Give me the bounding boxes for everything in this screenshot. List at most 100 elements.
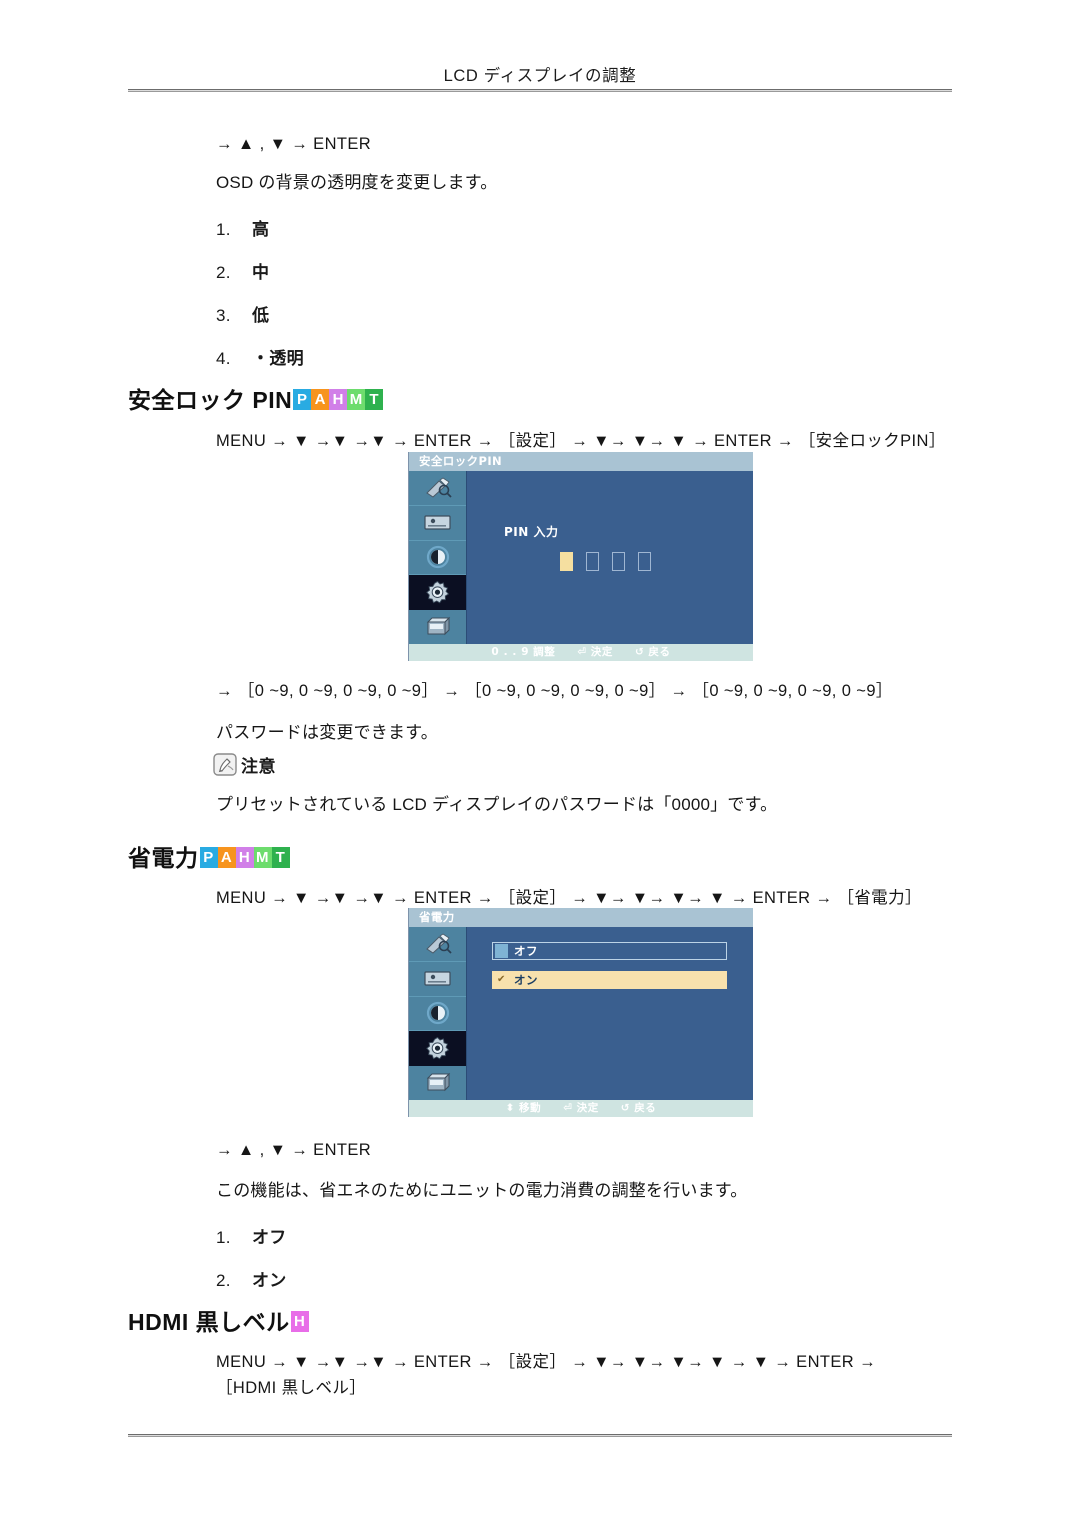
contrast-icon[interactable] (409, 540, 466, 576)
list-item-label: ・透明 (252, 349, 304, 368)
header-rule (128, 89, 952, 92)
list-item-index: 2. (216, 1271, 231, 1290)
setup-gear-icon[interactable] (409, 1031, 466, 1067)
model-badge-group: H (290, 1310, 309, 1332)
osd-transparency-description: OSD の背景の透明度を変更します。 (216, 173, 498, 192)
footer-adjust: 0 . . 9 調整 (491, 644, 555, 661)
osd-sidebar (409, 927, 466, 1100)
list-item-label: 低 (252, 306, 270, 325)
picture-icon[interactable] (409, 927, 466, 962)
model-badge-t: T (271, 846, 290, 868)
pin-digit-box[interactable] (612, 552, 625, 571)
list-item-index: 1. (216, 1228, 231, 1247)
list-item-index: 2. (216, 263, 231, 282)
model-badge-p: P (199, 846, 218, 868)
list-item-index: 3. (216, 306, 231, 325)
model-badge-a: A (217, 846, 236, 868)
footer-return-label: 戻る (648, 646, 671, 658)
menu-path-power-saving: MENU → ▼ →▼ →▼ → ENTER → ［設定］ → ▼→ ▼→ ▼→… (216, 889, 922, 907)
osd-screenshot-power-saving: 省電力 オフ ✔ オン ⬍ 移動 ⏎ 決定 ↺ 戻る (408, 908, 753, 1117)
list-item-label: オフ (252, 1228, 287, 1247)
model-badge-h: H (329, 388, 348, 410)
power-saving-option-list: 1. オフ 2. オン (216, 1216, 287, 1302)
list-item: 2. オン (216, 1259, 287, 1302)
return-icon: ↺ (634, 646, 645, 658)
model-badge-group: P A H M T (293, 388, 384, 410)
list-item: 2. 中 (216, 251, 304, 294)
contrast-icon[interactable] (409, 996, 466, 1032)
picture-icon[interactable] (409, 471, 466, 506)
footer-enter: ⏎ 決定 (563, 1100, 599, 1117)
osd-footer: 0 . . 9 調整 ⏎ 決定 ↺ 戻る (409, 644, 753, 661)
enter-icon: ⏎ (563, 1102, 573, 1114)
pin-input-boxes[interactable] (560, 552, 651, 571)
list-item-label: 高 (252, 220, 270, 239)
osd-transparency-option-list: 1. 高 2. 中 3. 低 4. ・透明 (216, 208, 304, 380)
list-item: 4. ・透明 (216, 337, 304, 380)
footer-enter-label: 決定 (576, 1102, 599, 1114)
enter-icon: ⏎ (577, 646, 587, 658)
footer-enter: ⏎ 決定 (577, 644, 613, 661)
setup-gear-icon[interactable] (409, 575, 466, 611)
osd-body: PIN 入力 (409, 471, 753, 644)
power-saving-description: この機能は、省エネのためにユニットの電力消費の調整を行います。 (216, 1181, 748, 1200)
section-heading-hdmi-black-level: HDMI 黒しベル H (128, 1303, 309, 1337)
screen-icon[interactable] (409, 961, 466, 997)
osd-option-on[interactable]: ✔ オン (492, 971, 727, 989)
multi-display-icon[interactable] (409, 1066, 466, 1100)
footer-move-label: 移動 (518, 1102, 542, 1114)
footer-adjust-label: 調整 (533, 646, 556, 658)
pin-digit-box[interactable] (638, 552, 651, 571)
osd-title: 省電力 (409, 908, 753, 927)
model-badge-m: M (347, 388, 366, 410)
model-badge-h: H (290, 1310, 309, 1332)
multi-display-icon[interactable] (409, 610, 466, 644)
osd-title: 安全ロックPIN (409, 452, 753, 471)
list-item-label: オン (252, 1271, 287, 1290)
model-badge-a: A (311, 388, 330, 410)
osd-option-label: オン (514, 973, 538, 987)
note-pencil-icon (213, 753, 239, 777)
pin-range-line: → ［0 ~9, 0 ~9, 0 ~9, 0 ~9］ → ［0 ~9, 0 ~9… (216, 682, 893, 700)
running-head: LCD ディスプレイの調整 (443, 67, 637, 85)
digits-icon: 0 . . 9 (491, 646, 530, 658)
osd-option-list: オフ ✔ オン (492, 942, 727, 1000)
return-icon: ↺ (620, 1102, 631, 1114)
screen-icon[interactable] (409, 505, 466, 541)
footer-enter-label: 決定 (590, 646, 613, 658)
list-item-index: 1. (216, 220, 231, 239)
osd-body: オフ ✔ オン (409, 927, 753, 1100)
section-heading-text: 安全ロック PIN (128, 387, 293, 413)
footer-return-label: 戻る (634, 1102, 657, 1114)
option-marker-icon (495, 944, 508, 958)
osd-option-label: オフ (514, 944, 538, 958)
osd-footer: ⬍ 移動 ⏎ 決定 ↺ 戻る (409, 1100, 753, 1117)
menu-path-hdmi-black-level-line2: ［HDMI 黒しベル］ (216, 1379, 367, 1397)
footer-return: ↺ 戻る (635, 644, 671, 661)
osd-content-pane: オフ ✔ オン (466, 927, 753, 1100)
osd-content-pane: PIN 入力 (466, 471, 753, 644)
osd-screenshot-security-lock-pin: 安全ロックPIN PIN 入力 0 . . 9 調整 ⏎ 決定 ↺ 戻る (408, 452, 753, 661)
model-badge-group: P A H M T (199, 846, 290, 868)
caution-label: 注意 (241, 757, 276, 776)
preset-password-text: プリセットされている LCD ディスプレイのパスワードは「0000」です。 (216, 795, 778, 814)
list-item: 3. 低 (216, 294, 304, 337)
manual-page: LCD ディスプレイの調整 → ▲ , ▼ → ENTER OSD の背景の透明… (0, 0, 1080, 1527)
caution-block: 注意 (213, 752, 276, 777)
pin-digit-box[interactable] (560, 552, 573, 571)
updown-icon: ⬍ (505, 1102, 515, 1114)
footer-return: ↺ 戻る (621, 1100, 657, 1117)
password-changeable-note: パスワードは変更できます。 (216, 723, 438, 742)
section-heading-text: HDMI 黒しベル (128, 1309, 290, 1335)
list-item: 1. オフ (216, 1216, 287, 1259)
menu-path-security-lock-pin: MENU → ▼ →▼ →▼ → ENTER → ［設定］ → ▼→ ▼→ ▼ … (216, 432, 946, 450)
model-badge-m: M (253, 846, 272, 868)
section-heading-power-saving: 省電力 P A H M T (128, 839, 290, 873)
osd-option-off[interactable]: オフ (492, 942, 727, 960)
list-item-index: 4. (216, 349, 231, 368)
footer-rule (128, 1434, 952, 1437)
model-badge-t: T (365, 388, 384, 410)
footer-move: ⬍ 移動 (506, 1100, 542, 1117)
list-item: 1. 高 (216, 208, 304, 251)
pin-digit-box[interactable] (586, 552, 599, 571)
